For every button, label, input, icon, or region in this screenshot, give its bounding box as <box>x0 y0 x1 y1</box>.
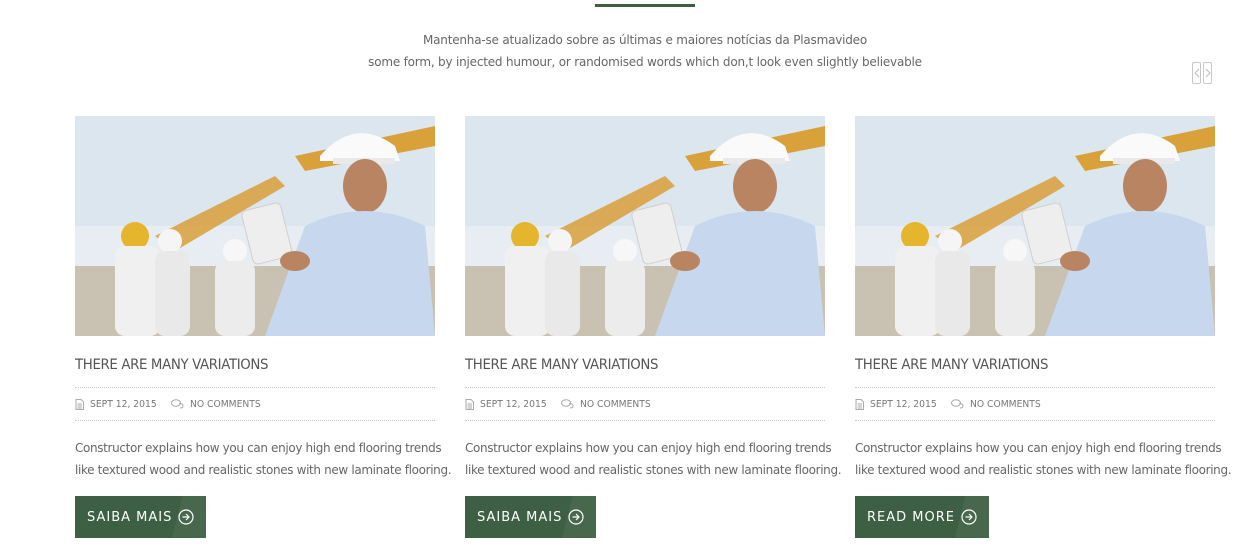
post-meta: SEPT 12, 2015 NO COMMENTS <box>855 387 1215 421</box>
arrow-circle-right-icon <box>568 509 584 525</box>
read-more-label: SAIBA MAIS <box>477 509 563 525</box>
post-excerpt: Constructor explains how you can enjoy h… <box>465 437 845 481</box>
carousel-next-button[interactable] <box>1203 62 1212 84</box>
news-card: THERE ARE MANY VARIATIONS SEPT 12, 2015 … <box>855 116 1232 538</box>
read-more-label: READ MORE <box>867 509 955 525</box>
post-date: SEPT 12, 2015 <box>90 398 157 410</box>
read-more-button[interactable]: SAIBA MAIS <box>465 496 597 538</box>
document-icon <box>75 398 84 410</box>
read-more-button[interactable]: READ MORE <box>855 496 989 538</box>
excerpt-line-2: like textured wood and realistic stones … <box>465 463 842 477</box>
comments-icon <box>950 399 964 409</box>
chevron-left-icon <box>1193 68 1199 78</box>
document-icon <box>855 398 864 410</box>
news-card: THERE ARE MANY VARIATIONS SEPT 12, 2015 … <box>75 116 452 538</box>
post-comments[interactable]: NO COMMENTS <box>190 399 261 410</box>
arrow-circle-right-icon <box>961 509 977 525</box>
carousel-controls <box>1192 62 1212 84</box>
post-title[interactable]: THERE ARE MANY VARIATIONS <box>465 357 659 373</box>
post-date: SEPT 12, 2015 <box>480 398 547 410</box>
read-more-label: SAIBA MAIS <box>87 509 173 525</box>
post-comments[interactable]: NO COMMENTS <box>970 399 1041 410</box>
section-intro: Mantenha-se atualizado sobre as últimas … <box>0 29 1255 73</box>
intro-line-2: some form, by injected humour, or random… <box>368 55 922 69</box>
section-title-underline <box>595 4 695 7</box>
post-excerpt: Constructor explains how you can enjoy h… <box>855 437 1235 481</box>
intro-line-1: Mantenha-se atualizado sobre as últimas … <box>423 33 867 47</box>
news-photo[interactable] <box>465 116 825 336</box>
excerpt-line-2: like textured wood and realistic stones … <box>75 463 452 477</box>
post-date: SEPT 12, 2015 <box>870 398 937 410</box>
comments-icon <box>560 399 574 409</box>
carousel-prev-button[interactable] <box>1192 62 1201 84</box>
post-title[interactable]: THERE ARE MANY VARIATIONS <box>855 357 1049 373</box>
news-card: THERE ARE MANY VARIATIONS SEPT 12, 2015 … <box>465 116 842 538</box>
read-more-button[interactable]: SAIBA MAIS <box>75 496 207 538</box>
excerpt-line-1: Constructor explains how you can enjoy h… <box>465 441 832 455</box>
post-meta: SEPT 12, 2015 NO COMMENTS <box>75 387 435 421</box>
post-excerpt: Constructor explains how you can enjoy h… <box>75 437 455 481</box>
news-photo[interactable] <box>75 116 435 336</box>
chevron-right-icon <box>1205 68 1211 78</box>
news-photo[interactable] <box>855 116 1215 336</box>
post-title[interactable]: THERE ARE MANY VARIATIONS <box>75 357 269 373</box>
comments-icon <box>170 399 184 409</box>
excerpt-line-2: like textured wood and realistic stones … <box>855 463 1232 477</box>
excerpt-line-1: Constructor explains how you can enjoy h… <box>855 441 1222 455</box>
document-icon <box>465 398 474 410</box>
post-comments[interactable]: NO COMMENTS <box>580 399 651 410</box>
arrow-circle-right-icon <box>178 509 194 525</box>
post-meta: SEPT 12, 2015 NO COMMENTS <box>465 387 825 421</box>
excerpt-line-1: Constructor explains how you can enjoy h… <box>75 441 442 455</box>
